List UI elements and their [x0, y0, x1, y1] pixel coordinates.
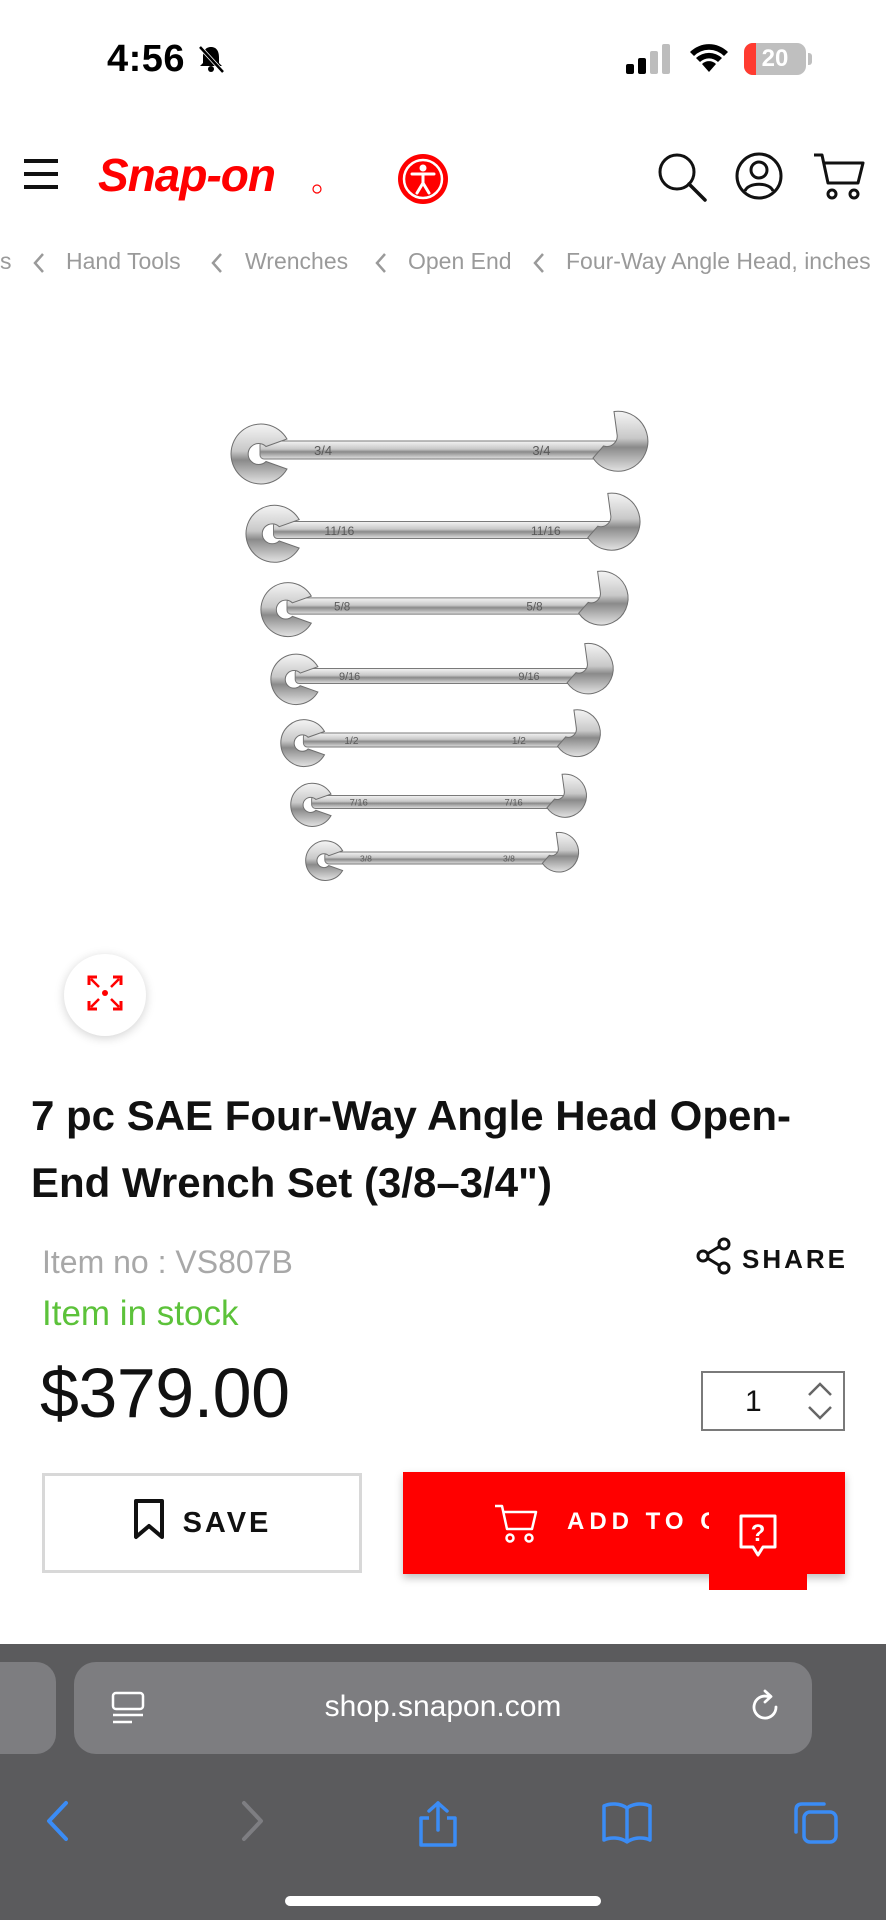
breadcrumb-item-open-end[interactable]: Open End	[408, 248, 512, 275]
accessibility-icon[interactable]	[396, 152, 450, 211]
svg-text:Snap-on: Snap-on	[98, 149, 275, 201]
breadcrumb-item-wrenches[interactable]: Wrenches	[245, 248, 348, 275]
cart-icon[interactable]	[812, 151, 866, 206]
battery-nub	[808, 53, 812, 65]
menu-icon[interactable]	[24, 157, 60, 196]
zoom-button[interactable]	[64, 954, 146, 1036]
browser-toolbar: shop.snapon.com	[0, 1644, 886, 1920]
chevron-left-icon	[32, 252, 46, 280]
svg-text:?: ?	[751, 1520, 766, 1547]
site-header: Snap-on	[0, 135, 886, 217]
search-icon[interactable]	[656, 151, 708, 208]
breadcrumb: s Hand Tools Wrenches Open End Four-Way …	[0, 246, 886, 280]
stock-status: Item in stock	[42, 1294, 239, 1333]
chevron-down-icon[interactable]	[807, 1405, 833, 1426]
wrench-size-marking: 7/16	[505, 798, 523, 808]
wrench-size-marking: 11/16	[324, 524, 354, 538]
address-bar[interactable]: shop.snapon.com	[74, 1662, 812, 1754]
wrench: 11/16 11/16	[245, 492, 641, 563]
wrench: 9/16 9/16	[270, 642, 614, 706]
expand-icon	[87, 975, 123, 1016]
wrench-size-marking: 3/8	[360, 853, 372, 863]
wrench-size-marking: 5/8	[334, 601, 350, 614]
wrench: 3/8 3/8	[305, 831, 580, 881]
share-button[interactable]: SHARE	[694, 1236, 849, 1283]
product-image[interactable]: 3/4 3/4 11/16 11/16 5/8 5/8 9/16 9/16 1/2 1/2 7/16…	[210, 390, 680, 910]
cellular-signal-icon	[626, 44, 674, 79]
quantity-value[interactable]: 1	[745, 1385, 762, 1419]
wrench-size-marking: 1/2	[344, 736, 358, 747]
status-bar: 4:56 20	[0, 0, 886, 120]
help-chat-button[interactable]: ?	[709, 1486, 807, 1590]
wrench-size-marking: 9/16	[339, 671, 360, 683]
wrench: 3/4 3/4	[230, 410, 649, 485]
share-icon[interactable]	[416, 1800, 460, 1853]
product-title: 7 pc SAE Four-Way Angle Head Open-End Wr…	[31, 1092, 791, 1206]
save-label: SAVE	[182, 1506, 272, 1539]
bell-slash-icon	[196, 44, 226, 79]
question-chat-icon: ?	[738, 1513, 778, 1564]
wrench-set-illustration: 3/4 3/4 11/16 11/16 5/8 5/8 9/16 9/16 1/2 1/2 7/16…	[230, 410, 649, 881]
bookmarks-icon[interactable]	[601, 1800, 653, 1849]
forward-icon[interactable]	[240, 1800, 266, 1847]
chevron-left-icon	[532, 252, 546, 280]
url-text[interactable]: shop.snapon.com	[74, 1690, 812, 1724]
wrench-size-marking: 9/16	[518, 671, 539, 683]
breadcrumb-item-prev[interactable]: s	[0, 248, 12, 275]
back-icon[interactable]	[44, 1800, 70, 1847]
cart-icon	[493, 1502, 539, 1549]
chevron-left-icon	[374, 252, 388, 280]
home-indicator	[285, 1896, 601, 1906]
battery-level: 20	[761, 45, 789, 72]
quantity-stepper[interactable]: 1	[701, 1371, 845, 1431]
wrench-size-marking: 1/2	[512, 736, 526, 747]
browser-nav-row	[0, 1780, 886, 1860]
wifi-icon	[688, 42, 730, 79]
status-time: 4:56	[107, 38, 186, 80]
wrench-size-marking: 3/4	[314, 443, 332, 458]
wrench-size-marking: 7/16	[350, 798, 368, 808]
reload-icon[interactable]	[746, 1688, 784, 1731]
bookmark-icon	[133, 1498, 165, 1548]
share-label: SHARE	[742, 1243, 849, 1274]
save-button[interactable]: SAVE	[42, 1473, 362, 1573]
snap-on-logo[interactable]: Snap-on	[94, 149, 324, 206]
account-icon[interactable]	[734, 151, 784, 206]
item-number: Item no : VS807B	[42, 1244, 293, 1280]
battery-indicator: 20	[744, 43, 806, 75]
price: $379.00	[40, 1354, 290, 1432]
wrench-size-marking: 11/16	[531, 524, 561, 538]
share-nodes-icon	[694, 1236, 734, 1283]
wrench: 7/16 7/16	[290, 773, 587, 827]
breadcrumb-item-four-way-angle-head[interactable]: Four-Way Angle Head, inches	[566, 248, 871, 275]
wrench: 5/8 5/8	[260, 570, 629, 638]
wrench-size-marking: 3/8	[503, 853, 515, 863]
breadcrumb-item-hand-tools[interactable]: Hand Tools	[66, 248, 181, 275]
previous-tab-peek[interactable]	[0, 1662, 56, 1754]
wrench-size-marking: 3/4	[532, 443, 550, 458]
tabs-icon[interactable]	[792, 1800, 840, 1851]
wrench: 1/2 1/2	[280, 709, 601, 768]
chevron-up-icon[interactable]	[807, 1381, 833, 1402]
wrench-size-marking: 5/8	[526, 601, 542, 614]
chevron-left-icon	[210, 252, 224, 280]
